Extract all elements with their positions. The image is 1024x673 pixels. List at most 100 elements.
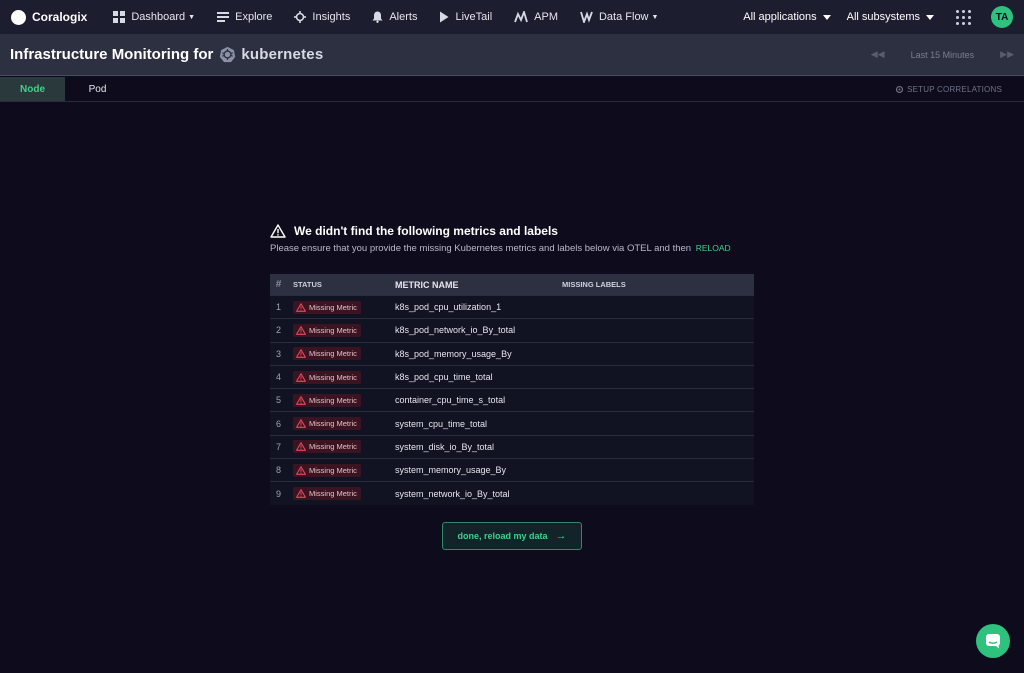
- platform-name: kubernetes: [241, 46, 324, 63]
- chat-icon: [986, 634, 1000, 649]
- metric-name: k8s_pod_memory_usage_By: [395, 348, 512, 359]
- time-range-label[interactable]: Last 15 Minutes: [911, 50, 975, 60]
- dataflow-icon: [580, 11, 593, 23]
- table-row: 2 Missing Metric k8s_pod_network_io_By_tot…: [270, 318, 754, 342]
- avatar[interactable]: TA: [991, 6, 1013, 28]
- nav-item-label: LiveTail: [455, 11, 493, 23]
- play-icon: [440, 11, 449, 23]
- metric-name: k8s_pod_network_io_By_total: [395, 325, 516, 336]
- nav-item-dashboard[interactable]: Dashboard ▼: [113, 11, 195, 23]
- warning-icon: [296, 396, 306, 405]
- status-cell: Missing Metric: [287, 300, 394, 314]
- status-badge: Missing Metric: [293, 440, 361, 454]
- status-badge: Missing Metric: [293, 393, 361, 407]
- subsystems-selector[interactable]: All subsystems: [847, 11, 934, 23]
- table-row: 4 Missing Metric k8s_pod_cpu_time_total: [270, 364, 754, 389]
- notice-title: We didn't find the following metrics and…: [270, 224, 790, 238]
- header-status: STATUS: [293, 280, 322, 289]
- status-badge: Missing Metric: [293, 323, 361, 337]
- previous-range-icon[interactable]: ◀◀: [871, 49, 885, 60]
- notice-subtitle-text: Please ensure that you provide the missi…: [270, 243, 692, 254]
- metric-name: system_disk_io_By_total: [395, 441, 495, 452]
- metric-name: system_network_io_By_total: [395, 488, 510, 499]
- status-text: Missing Metric: [309, 325, 357, 335]
- kubernetes-brand: kubernetes: [219, 46, 323, 63]
- status-badge: Missing Metric: [293, 347, 361, 361]
- apps-grid-icon[interactable]: [956, 9, 971, 25]
- notice-title-text: We didn't find the following metrics and…: [294, 224, 558, 238]
- row-number: 3: [275, 348, 281, 359]
- nav-item-data-flow[interactable]: Data Flow ▼: [580, 11, 658, 23]
- nav-item-label: Explore: [235, 11, 273, 23]
- done-reload-button[interactable]: done, reload my data →: [442, 522, 582, 550]
- row-number: 5: [275, 395, 281, 406]
- metric-name: system_cpu_time_total: [395, 418, 488, 429]
- warning-icon: [296, 326, 306, 335]
- warning-icon: [296, 349, 306, 359]
- tab-pod[interactable]: Pod: [65, 77, 130, 101]
- applications-selector[interactable]: All applications: [743, 11, 831, 23]
- missing-metrics-table: # STATUS METRIC NAME MISSING LABELS 1 Mis…: [270, 274, 754, 505]
- status-text: Missing Metric: [309, 395, 357, 405]
- nav-item-apm[interactable]: APM: [514, 11, 558, 23]
- row-number: 6: [275, 418, 281, 429]
- setup-correlations-label: SETUP CORRELATIONS: [907, 84, 1002, 94]
- nav-item-explore[interactable]: Explore: [217, 11, 272, 23]
- dashboard-icon: [113, 11, 126, 23]
- status-cell: Missing Metric: [287, 393, 394, 407]
- warning-icon: [296, 372, 306, 382]
- nav-item-alerts[interactable]: Alerts: [372, 11, 417, 23]
- brand[interactable]: Coralogix: [11, 9, 88, 25]
- subsystems-label: All subsystems: [846, 11, 920, 23]
- view-tabs: Node Pod SETUP CORRELATIONS: [0, 77, 1024, 102]
- brand-name: Coralogix: [32, 10, 88, 24]
- status-text: Missing Metric: [309, 302, 357, 312]
- table-row: 7 Missing Metric system_disk_io_By_total: [270, 434, 754, 459]
- nav-item-label: Dashboard: [131, 11, 186, 23]
- nav-item-label: Alerts: [389, 11, 418, 23]
- table-row: 8 Missing Metric system_memory_usage_By: [270, 458, 754, 482]
- nav-item-livetail[interactable]: LiveTail: [439, 11, 492, 23]
- status-badge: Missing Metric: [293, 463, 361, 477]
- header-num: #: [275, 279, 282, 290]
- chevron-down-icon: [822, 14, 831, 20]
- status-text: Missing Metric: [309, 419, 357, 429]
- table-row: 9 Missing Metric system_network_io_By_tota…: [270, 481, 754, 505]
- header-metric-name: METRIC NAME: [395, 279, 459, 290]
- status-cell: Missing Metric: [287, 370, 394, 384]
- notice-subtitle: Please ensure that you provide the missi…: [270, 243, 790, 254]
- row-number: 4: [275, 372, 281, 383]
- kubernetes-icon: [220, 46, 236, 63]
- row-number: 9: [275, 488, 281, 499]
- next-range-icon[interactable]: ▶▶: [1000, 49, 1014, 60]
- missing-metrics-notice: We didn't find the following metrics and…: [270, 224, 790, 254]
- status-cell: Missing Metric: [287, 323, 394, 337]
- tab-node[interactable]: Node: [0, 77, 65, 101]
- status-text: Missing Metric: [309, 442, 357, 452]
- nav-item-insights[interactable]: Insights: [294, 11, 350, 23]
- insights-icon: [294, 11, 307, 23]
- nav-item-label: Data Flow: [598, 11, 649, 23]
- caret-down-icon: ▼: [188, 13, 196, 21]
- bell-icon: [372, 11, 383, 23]
- apm-icon: [514, 11, 529, 23]
- nav-item-label: Insights: [312, 11, 351, 23]
- metric-name: container_cpu_time_s_total: [395, 395, 506, 406]
- status-text: Missing Metric: [309, 489, 357, 499]
- status-cell: Missing Metric: [287, 440, 394, 454]
- table-row: 5 Missing Metric container_cpu_time_s_tota…: [270, 388, 754, 412]
- warning-icon: [296, 489, 306, 498]
- metric-name: k8s_pod_cpu_utilization_1: [395, 302, 502, 313]
- chevron-down-icon: [926, 14, 934, 20]
- setup-correlations-button[interactable]: SETUP CORRELATIONS: [895, 77, 1002, 101]
- status-badge: Missing Metric: [293, 487, 361, 501]
- metric-name: k8s_pod_cpu_time_total: [395, 372, 493, 383]
- status-cell: Missing Metric: [287, 347, 394, 361]
- table-row: 6 Missing Metric system_cpu_time_total: [270, 411, 754, 435]
- status-cell: Missing Metric: [287, 463, 394, 477]
- reload-link[interactable]: RELOAD: [696, 243, 731, 253]
- header-missing-labels: MISSING LABELS: [562, 280, 626, 289]
- chat-support-button[interactable]: [976, 624, 1010, 658]
- status-badge: Missing Metric: [293, 370, 361, 384]
- warning-icon: [296, 465, 306, 475]
